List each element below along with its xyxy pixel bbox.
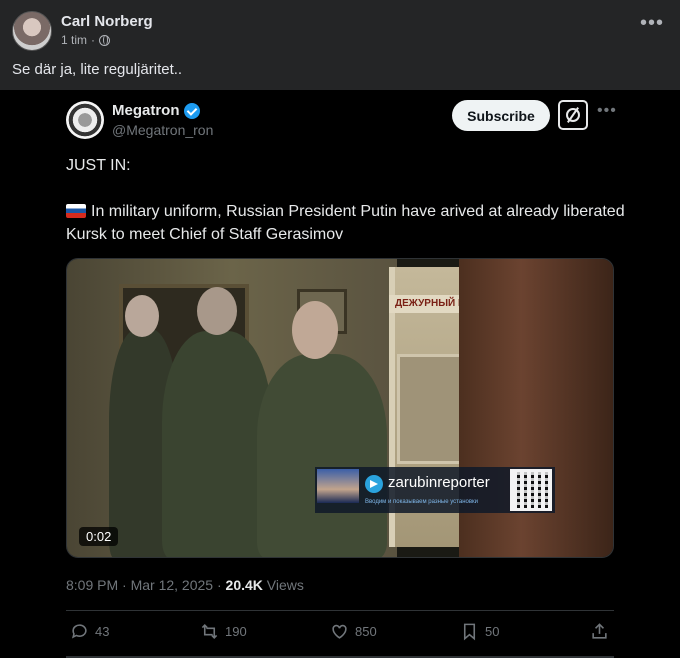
meta-separator: · [91,33,96,47]
tweet-handle[interactable]: @Megatron_ron [112,122,213,138]
russia-flag-icon [66,204,86,218]
tweet-author[interactable]: Megatron [112,102,200,119]
tweet-author-name[interactable]: Megatron [112,102,180,119]
tweet-video[interactable]: ДЕЖУРНЫЙ ПО zarubinreporter Вводим и пок… [66,258,614,558]
globe-icon [99,34,111,46]
tweet-date[interactable]: 8:09 PM · Mar 12, 2025 · [66,577,226,593]
qr-code-icon [510,469,552,511]
more-options-icon[interactable]: ••• [640,13,664,33]
divider [66,610,614,611]
post-time[interactable]: 1 tim [61,33,87,47]
reply-button[interactable]: 43 [70,622,109,641]
author-avatar[interactable] [12,11,52,51]
repost-icon [201,624,218,639]
like-count: 850 [355,624,377,639]
repost-button[interactable]: 190 [200,622,247,641]
subscribe-button[interactable]: Subscribe [452,100,550,131]
bookmark-count: 50 [485,624,500,639]
watermark-label: zarubinreporter [388,474,490,491]
reply-icon [71,624,87,639]
reply-count: 43 [95,624,110,639]
tweet-actions: 43 190 850 50 [66,622,614,648]
video-duration: 0:02 [79,527,119,546]
tweet-more-icon[interactable]: ••• [597,103,617,119]
post-text: Se där ja, lite reguljäritet.. [12,61,183,78]
views-count: 20.4K [225,577,263,593]
share-icon [592,623,607,639]
verified-badge-icon [183,102,200,119]
tweet-body: In military uniform, Russian President P… [66,200,626,246]
tweet-just-in: JUST IN: [66,157,131,174]
repost-count: 190 [225,624,247,639]
telegram-icon [365,475,383,493]
grok-icon[interactable] [558,100,588,130]
embedded-tweet[interactable]: Megatron @Megatron_ron Subscribe ••• JUS… [0,90,680,658]
tweet-avatar[interactable] [66,101,104,139]
share-button[interactable] [590,622,609,641]
facebook-post-header: Carl Norberg 1 tim · ••• Se där ja, lite… [0,0,680,90]
bookmark-icon [463,623,476,641]
watermark-subtitle: Вводим и показываем разные установки [365,499,479,505]
heart-icon [332,624,347,639]
post-meta: 1 tim · [61,33,111,47]
bookmark-button[interactable]: 50 [460,622,499,641]
author-name[interactable]: Carl Norberg [61,13,153,30]
tweet-timestamp[interactable]: 8:09 PM · Mar 12, 2025 · 20.4K Views [66,577,304,593]
views-label: Views [262,577,304,593]
video-frame: ДЕЖУРНЫЙ ПО zarubinreporter Вводим и пок… [67,259,613,557]
tweet-body-text: In military uniform, Russian President P… [66,203,625,243]
like-button[interactable]: 850 [330,622,377,641]
